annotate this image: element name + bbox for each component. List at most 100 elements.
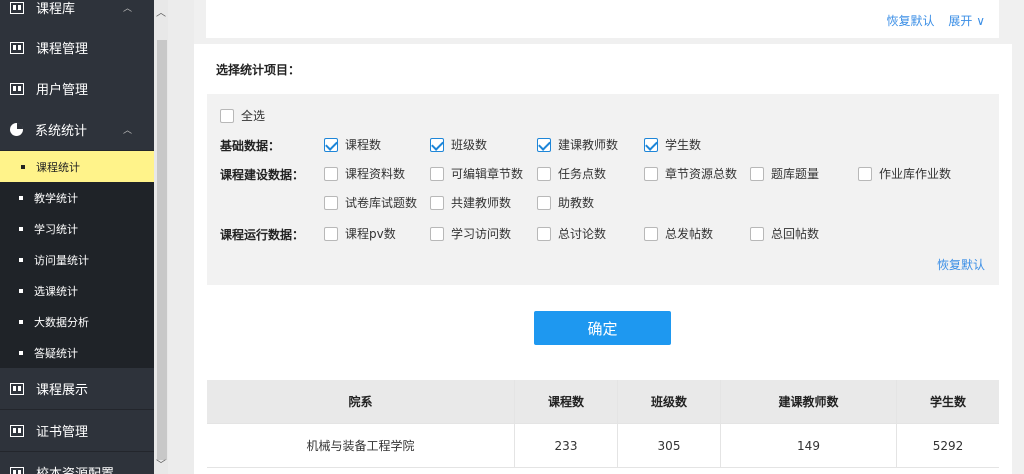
checkbox-box[interactable] [858,166,872,181]
checkbox-box[interactable] [644,226,658,241]
checkbox-assistants[interactable]: 助教数 [537,194,594,211]
bullet-icon [19,226,23,231]
checkbox-box[interactable] [430,137,444,152]
checkbox-label: 总讨论数 [558,227,607,241]
sidebar-subitem-teaching-stats[interactable]: 教学统计 [0,182,154,213]
checkbox-box[interactable] [537,195,551,210]
table-cell: 5292 [932,438,964,453]
main-content: 恢复默认 展开 ∨ 选择统计项目： 全选 基础数据： 课程数 班级数 建课教师数 [194,0,1024,474]
sidebar-item-certificate-management[interactable]: 证书管理 [0,410,154,452]
restore-default-link-bottom[interactable]: 恢复默认 [937,256,985,273]
checkbox-box[interactable] [750,226,764,241]
checkbox-course-count[interactable]: 课程数 [324,136,381,153]
sidebar-subitem-qa-stats[interactable]: 答疑统计 [0,337,154,368]
checkbox-task-points[interactable]: 任务点数 [537,165,606,182]
sidebar-subitem-enrollment-stats[interactable]: 选课统计 [0,275,154,306]
bullet-icon [19,288,23,293]
sidebar-subitem-visit-stats[interactable]: 访问量统计 [0,244,154,275]
checkbox-box[interactable] [537,137,551,152]
sidebar-subitem-label: 教学统计 [34,191,78,205]
row-label-construction: 课程建设数据： [220,168,305,182]
sidebar-item-system-statistics[interactable]: 系统统计 ︿ [0,109,154,151]
select-all-checkbox[interactable]: 全选 [220,107,265,124]
grid-icon [10,82,24,95]
sidebar-item-label: 证书管理 [36,425,89,440]
sidebar-scrollbar[interactable]: ︿ ﹀ [154,0,168,474]
checkbox-chapter-resources[interactable]: 章节资源总数 [644,165,737,182]
checkbox-material-count[interactable]: 课程资料数 [324,165,405,182]
column-header-student-count[interactable]: 学生数 [897,380,999,423]
sidebar-item-user-management[interactable]: 用户管理 [0,68,154,110]
checkbox-box[interactable] [324,166,338,181]
scrollbar-thumb[interactable] [157,40,167,460]
column-header-class-count[interactable]: 班级数 [618,380,721,423]
checkbox-learning-visits[interactable]: 学习访问数 [430,225,511,242]
checkbox-class-count[interactable]: 班级数 [430,136,487,153]
sidebar-subitem-label: 选课统计 [34,284,78,298]
checkbox-label: 总回帖数 [771,227,820,241]
checkbox-editable-chapters[interactable]: 可编辑章节数 [430,165,523,182]
checkbox-box[interactable] [430,166,444,181]
checkbox-box[interactable] [324,226,338,241]
checkbox-replies[interactable]: 总回帖数 [750,225,819,242]
checkbox-label: 助教数 [558,196,595,210]
column-header-teacher-count[interactable]: 建课教师数 [721,380,897,423]
checkbox-course-pv[interactable]: 课程pv数 [324,225,396,242]
checkbox-question-bank[interactable]: 题库题量 [750,165,819,182]
table-row: 机械与装备工程学院 233 305 149 5292 [207,424,999,468]
checkbox-label: 共建教师数 [451,196,512,210]
checkbox-box[interactable] [324,195,338,210]
sidebar-subitem-learning-stats[interactable]: 学习统计 [0,213,154,244]
checkbox-homework-bank[interactable]: 作业库作业数 [858,165,951,182]
checkbox-box[interactable] [430,195,444,210]
checkbox-teacher-count[interactable]: 建课教师数 [537,136,618,153]
column-header-course-count[interactable]: 课程数 [515,380,618,423]
checkbox-label: 任务点数 [558,167,607,181]
checkbox-box[interactable] [750,166,764,181]
sidebar-subitem-big-data[interactable]: 大数据分析 [0,306,154,337]
statistics-table: 院系 课程数 班级数 建课教师数 学生数 机械与装备工程学院 233 305 1… [207,380,999,468]
bullet-icon [19,195,23,200]
sidebar-item-course-management[interactable]: 课程管理 [0,27,154,69]
checkbox-box[interactable] [324,137,338,152]
sidebar-item-label: 课程管理 [36,42,89,57]
scroll-down-icon[interactable]: ﹀ [156,460,166,472]
sidebar-item-school-resources[interactable]: 校本资源配置 [0,452,154,474]
sidebar-item-course-library[interactable]: 课程库 ︿ [0,0,154,29]
sidebar-subitem-label: 答疑统计 [34,346,78,360]
grid-icon [10,1,24,14]
checkbox-box[interactable] [644,137,658,152]
restore-default-link[interactable]: 恢复默认 [887,14,935,28]
expand-link[interactable]: 展开 ∨ [948,14,985,28]
checkbox-label: 学习访问数 [451,227,512,241]
column-header-department[interactable]: 院系 [207,380,515,423]
checkbox-posts[interactable]: 总发帖数 [644,225,713,242]
checkbox-box[interactable] [537,166,551,181]
grid-icon [10,382,24,395]
select-title: 选择统计项目： [216,63,301,77]
scroll-up-icon[interactable]: ︿ [156,8,166,20]
checkbox-box[interactable] [644,166,658,181]
confirm-button[interactable]: 确定 [534,311,671,345]
checkbox-co-teachers[interactable]: 共建教师数 [430,194,511,211]
sidebar-item-course-showcase[interactable]: 课程展示 [0,368,154,410]
table-cell: 305 [618,424,721,467]
checkbox-discussions[interactable]: 总讨论数 [537,225,606,242]
checkbox-label: 总发帖数 [665,227,714,241]
checkbox-label: 课程pv数 [345,227,396,241]
grid-icon [10,424,24,437]
sidebar-subitem-course-stats[interactable]: 课程统计 [0,151,154,182]
checkbox-label: 题库题量 [771,167,820,181]
table-header-row: 院系 课程数 班级数 建课教师数 学生数 [207,380,999,424]
table-cell: 233 [515,424,618,467]
table-cell: 机械与装备工程学院 [207,424,515,467]
checkbox-exam-bank[interactable]: 试卷库试题数 [324,194,417,211]
checkbox-box[interactable] [430,226,444,241]
checkbox-box[interactable] [220,108,234,123]
sidebar-item-label: 系统统计 [35,124,88,139]
checkbox-student-count[interactable]: 学生数 [644,136,701,153]
checkbox-box[interactable] [537,226,551,241]
sidebar-item-label: 校本资源配置 [36,463,114,474]
checkbox-label: 试卷库试题数 [345,196,418,210]
sidebar-item-label: 用户管理 [36,83,89,98]
